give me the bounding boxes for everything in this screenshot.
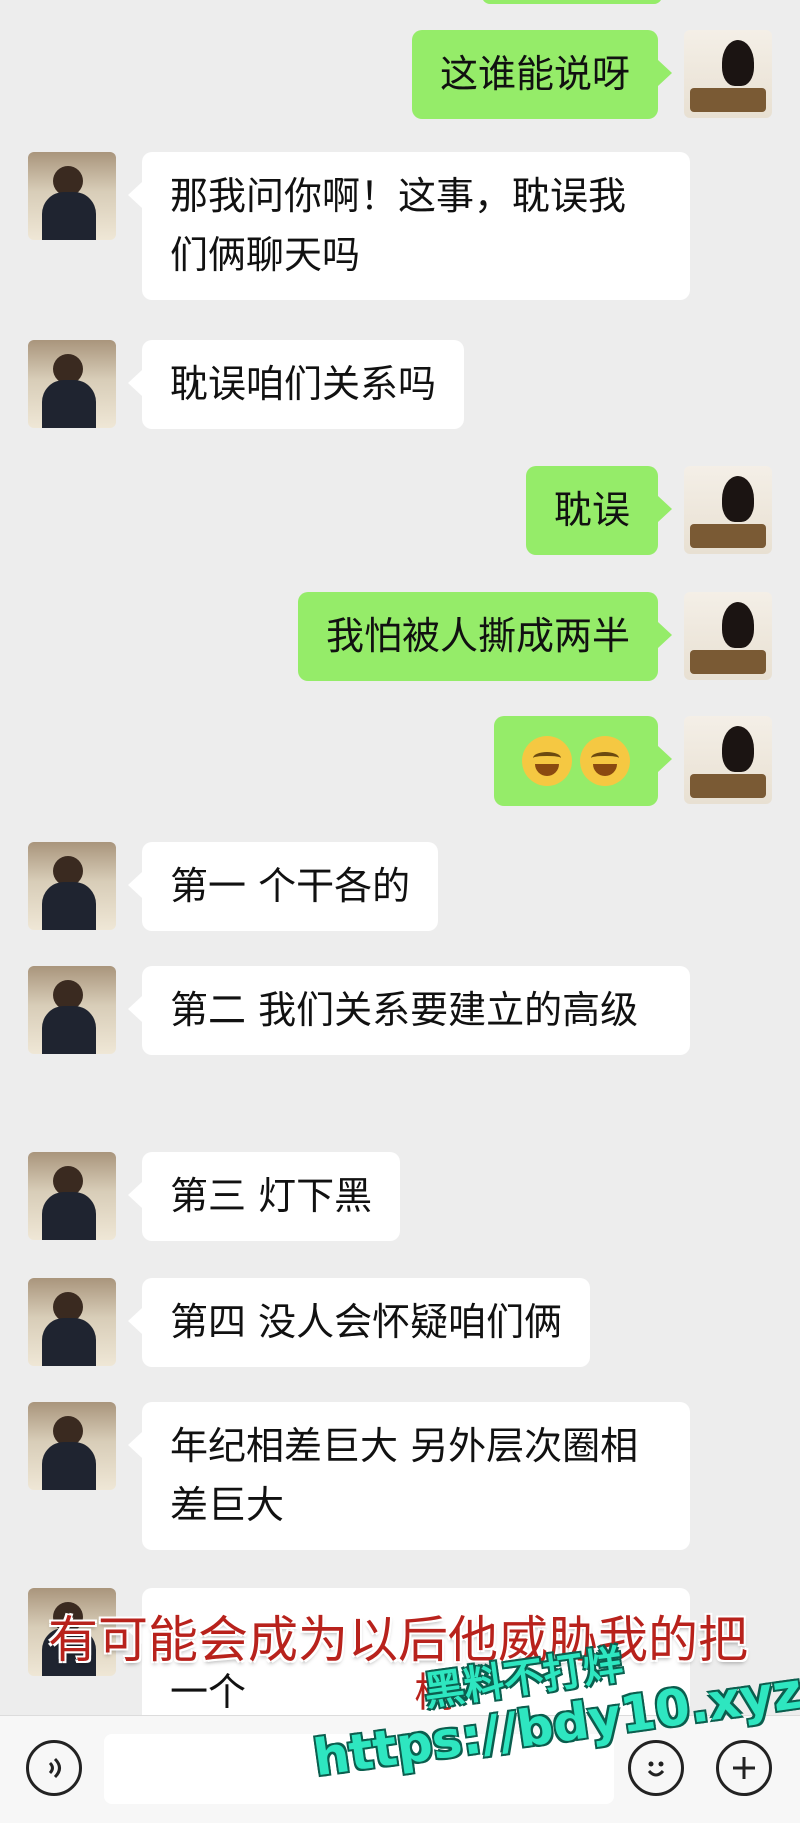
message-text: 耽误: [553, 488, 630, 532]
message-text: 耽误咱们关系吗: [170, 362, 437, 406]
previous-message-edge: [482, 0, 662, 4]
contact-avatar[interactable]: [28, 340, 116, 428]
message-bubble-outgoing[interactable]: [494, 716, 672, 806]
message-bubble-outgoing[interactable]: 我怕被人撕成两半: [297, 592, 673, 681]
message-text: 第二 我们关系要建立的高级: [170, 988, 639, 1032]
message-text: 第四 没人会怀疑咱们俩: [170, 1300, 563, 1344]
message-bubble-incoming[interactable]: 第二 我们关系要建立的高级: [128, 966, 690, 1055]
message-bubble-incoming[interactable]: 年纪相差巨大 另外层次圈相差巨大: [128, 1402, 690, 1550]
self-avatar[interactable]: [684, 466, 772, 554]
message-text: 这谁能说呀: [439, 52, 630, 96]
contact-avatar[interactable]: [28, 1278, 116, 1366]
contact-avatar[interactable]: [28, 842, 116, 930]
message-text: 第三 灯下黑: [170, 1174, 373, 1218]
crying-face-icon: [580, 736, 630, 786]
contact-avatar[interactable]: [28, 966, 116, 1054]
message-text: 第一 个干各的: [170, 864, 411, 908]
message-bubble-incoming[interactable]: 那我问你啊！这事，耽误我们俩聊天吗: [128, 152, 690, 300]
message-bubble-incoming[interactable]: 第三 灯下黑: [127, 1152, 401, 1241]
message-bubble-outgoing[interactable]: 耽误: [525, 466, 673, 555]
message-text: 年纪相差巨大 另外层次圈相差巨大: [170, 1424, 639, 1527]
voice-icon[interactable]: [26, 1740, 82, 1796]
message-bubble-incoming[interactable]: 第四 没人会怀疑咱们俩: [127, 1278, 591, 1367]
self-avatar[interactable]: [684, 716, 772, 804]
message-bubble-incoming[interactable]: 耽误咱们关系吗: [127, 340, 465, 429]
message-bubble-outgoing[interactable]: 这谁能说呀: [411, 30, 673, 119]
chat-area: 这谁能说呀 那我问你啊！这事，耽误我们俩聊天吗 耽误咱们关系吗 耽误 我怕被人撕…: [0, 0, 800, 1715]
contact-avatar[interactable]: [28, 152, 116, 240]
crying-face-icon: [522, 736, 572, 786]
self-avatar[interactable]: [684, 30, 772, 118]
message-bubble-incoming[interactable]: 第一 个干各的: [127, 842, 439, 931]
video-subtitle: 有可能会成为以后他威胁我的把: [48, 1611, 748, 1669]
message-text: 那我问你啊！这事，耽误我们俩聊天吗: [170, 174, 627, 277]
self-avatar[interactable]: [684, 592, 772, 680]
contact-avatar[interactable]: [28, 1402, 116, 1490]
message-text: 一个: [170, 1670, 247, 1714]
contact-avatar[interactable]: [28, 1152, 116, 1240]
plus-icon[interactable]: [716, 1740, 772, 1796]
emoji-icon[interactable]: [628, 1740, 684, 1796]
message-text: 我怕被人撕成两半: [325, 614, 630, 658]
